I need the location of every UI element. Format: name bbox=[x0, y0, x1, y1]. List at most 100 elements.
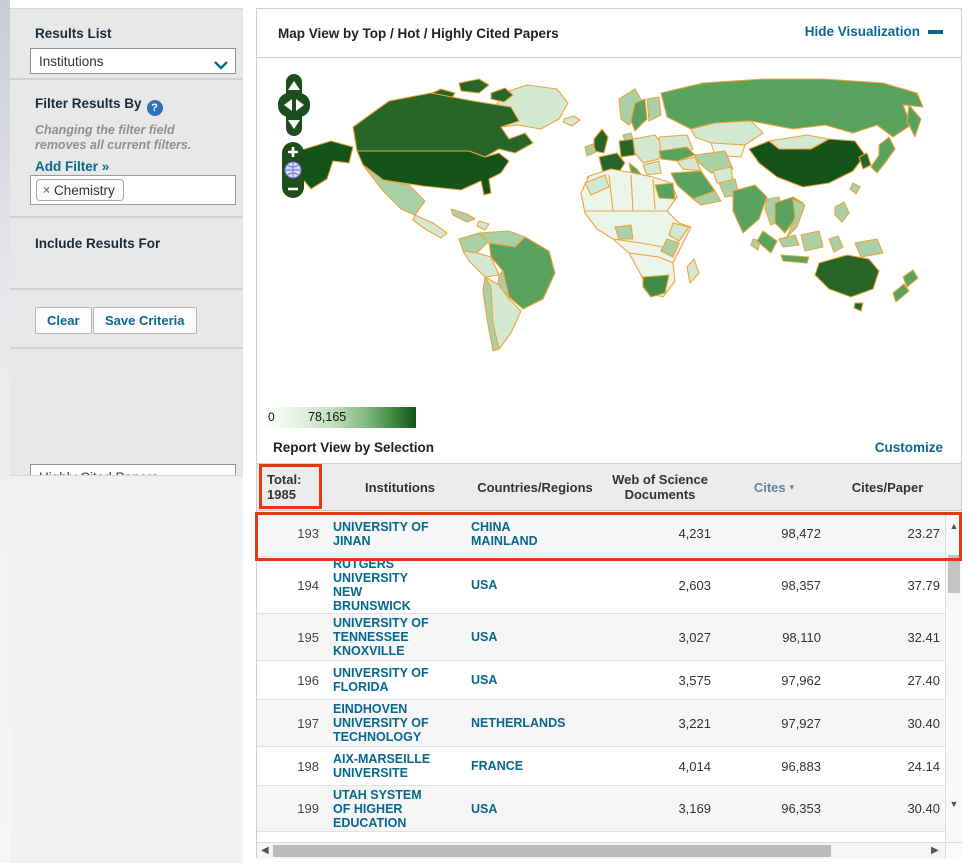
minimize-icon bbox=[928, 30, 943, 34]
add-filter-link[interactable]: Add Filter » bbox=[10, 159, 109, 174]
rank-cell: 195 bbox=[257, 614, 331, 660]
map-color-scale: 0 78,165 bbox=[264, 407, 416, 428]
cites-per-paper-cell: 23.27 bbox=[829, 511, 946, 556]
table-body: 193 UNIVERSITY OF JINAN CHINA MAINLAND 4… bbox=[257, 511, 946, 842]
institution-link[interactable]: UTAH SYSTEM OF HIGHER EDUCATION bbox=[333, 788, 439, 830]
institution-link[interactable]: UNIVERSITY OF TENNESSEE KNOXVILLE bbox=[333, 616, 439, 658]
cites-cell: 96,883 bbox=[719, 747, 829, 785]
country-link[interactable]: USA bbox=[471, 578, 573, 592]
column-countries: Countries/Regions bbox=[469, 464, 601, 510]
results-list-value: Institutions bbox=[39, 54, 104, 69]
scroll-down-icon[interactable]: ▼ bbox=[946, 799, 962, 809]
filter-tags-box[interactable]: × Chemistry bbox=[30, 175, 236, 205]
documents-cell: 2,603 bbox=[601, 557, 719, 613]
country-link[interactable]: USA bbox=[471, 673, 573, 687]
filter-note: Changing the filter field removes all cu… bbox=[10, 123, 243, 153]
rank-cell: 200 bbox=[257, 832, 331, 842]
rank-cell: 197 bbox=[257, 700, 331, 746]
scroll-right-icon[interactable]: ▶ bbox=[931, 845, 939, 856]
actions-section: Clear Save Criteria bbox=[10, 292, 243, 349]
map-pan-control[interactable] bbox=[277, 73, 311, 137]
cites-per-paper-cell: 37.79 bbox=[829, 557, 946, 613]
sidebar: Results List Institutions Filter Results… bbox=[10, 8, 243, 475]
country-link[interactable]: USA bbox=[471, 630, 573, 644]
table-row[interactable]: 193 UNIVERSITY OF JINAN CHINA MAINLAND 4… bbox=[257, 511, 946, 557]
rank-cell: 194 bbox=[257, 557, 331, 613]
rank-cell: 193 bbox=[257, 511, 331, 556]
documents-cell: 3,575 bbox=[601, 661, 719, 699]
documents-cell: 4,231 bbox=[601, 511, 719, 556]
horizontal-scroll-thumb[interactable] bbox=[273, 845, 831, 857]
table-row[interactable]: 196 UNIVERSITY OF FLORIDA USA 3,575 97,9… bbox=[257, 661, 946, 700]
table-row[interactable]: 200 UNIVERSITAT SPAIN 2,960 95,578 32.29 bbox=[257, 832, 946, 842]
column-cites-sort[interactable]: Cites ▾ bbox=[719, 464, 829, 510]
remove-tag-icon[interactable]: × bbox=[43, 183, 50, 197]
scrollbar-corner bbox=[945, 842, 962, 859]
include-results-section: Include Results For Highly Cited Papers bbox=[10, 220, 243, 290]
country-link[interactable]: NETHERLANDS bbox=[471, 716, 573, 730]
institution-link[interactable]: AIX-MARSEILLE UNIVERSITE bbox=[333, 752, 439, 780]
table-row[interactable]: 199 UTAH SYSTEM OF HIGHER EDUCATION USA … bbox=[257, 786, 946, 832]
documents-cell: 3,169 bbox=[601, 786, 719, 831]
map-view-title: Map View by Top / Hot / Highly Cited Pap… bbox=[257, 26, 559, 41]
report-view-header: Report View by Selection Customize bbox=[257, 431, 961, 464]
results-list-section: Results List Institutions bbox=[10, 9, 243, 80]
documents-cell: 3,027 bbox=[601, 614, 719, 660]
clear-button[interactable]: Clear bbox=[35, 307, 92, 334]
filter-section: Filter Results By? Changing the filter f… bbox=[10, 82, 243, 218]
esi-page: Results List Institutions Filter Results… bbox=[0, 0, 972, 863]
column-total: Total: 1985 bbox=[257, 464, 331, 510]
cites-cell: 97,962 bbox=[719, 661, 829, 699]
institution-link[interactable]: UNIVERSITY OF JINAN bbox=[333, 520, 439, 548]
rank-cell: 196 bbox=[257, 661, 331, 699]
column-cites-per-paper: Cites/Paper bbox=[829, 464, 946, 510]
country-link[interactable]: CHINA MAINLAND bbox=[471, 520, 573, 548]
documents-cell: 3,221 bbox=[601, 700, 719, 746]
institution-link[interactable]: UNIVERSITY OF FLORIDA bbox=[333, 666, 439, 694]
cites-per-paper-cell: 32.29 bbox=[829, 832, 946, 842]
cites-cell: 97,927 bbox=[719, 700, 829, 746]
sort-down-icon: ▾ bbox=[790, 480, 795, 495]
scale-min-label: 0 bbox=[268, 410, 275, 424]
save-criteria-button[interactable]: Save Criteria bbox=[93, 307, 197, 334]
left-edge-strip bbox=[0, 0, 10, 863]
filter-tag-label: Chemistry bbox=[54, 183, 115, 198]
vertical-scroll-thumb[interactable] bbox=[948, 555, 960, 593]
column-wos-documents: Web of Science Documents bbox=[601, 464, 719, 510]
results-list-dropdown[interactable]: Institutions bbox=[30, 48, 236, 74]
cites-cell: 98,357 bbox=[719, 557, 829, 613]
world-choropleth-map[interactable] bbox=[263, 71, 955, 391]
cites-cell: 98,472 bbox=[719, 511, 829, 556]
include-heading: Include Results For bbox=[10, 220, 243, 251]
scroll-up-icon[interactable]: ▲ bbox=[946, 521, 962, 531]
scale-max-label: 78,165 bbox=[308, 410, 346, 424]
filter-tag-chemistry[interactable]: × Chemistry bbox=[36, 179, 124, 201]
cites-per-paper-cell: 24.14 bbox=[829, 747, 946, 785]
rank-cell: 199 bbox=[257, 786, 331, 831]
cites-per-paper-cell: 30.40 bbox=[829, 786, 946, 831]
help-icon[interactable]: ? bbox=[147, 100, 163, 116]
table-horizontal-scrollbar[interactable]: ◀ ▶ bbox=[257, 842, 946, 859]
institution-link[interactable]: EINDHOVEN UNIVERSITY OF TECHNOLOGY bbox=[333, 702, 439, 744]
chevron-down-icon bbox=[214, 58, 228, 73]
scroll-left-icon[interactable]: ◀ bbox=[261, 845, 269, 856]
country-link[interactable]: FRANCE bbox=[471, 759, 573, 773]
map-area: 0 78,165 bbox=[257, 59, 961, 431]
cites-per-paper-cell: 32.41 bbox=[829, 614, 946, 660]
map-view-header: Map View by Top / Hot / Highly Cited Pap… bbox=[257, 9, 961, 58]
table-row[interactable]: 194 RUTGERS UNIVERSITY NEW BRUNSWICK USA… bbox=[257, 557, 946, 614]
table-vertical-scrollbar[interactable]: ▲ ▼ bbox=[945, 511, 962, 842]
map-zoom-control[interactable] bbox=[281, 141, 305, 199]
hide-visualization-link[interactable]: Hide Visualization bbox=[805, 24, 943, 39]
table-row[interactable]: 195 UNIVERSITY OF TENNESSEE KNOXVILLE US… bbox=[257, 614, 946, 661]
cites-cell: 96,353 bbox=[719, 786, 829, 831]
column-institutions: Institutions bbox=[331, 464, 469, 510]
filter-heading: Filter Results By? bbox=[10, 82, 243, 116]
customize-link[interactable]: Customize bbox=[875, 440, 943, 455]
country-link[interactable]: USA bbox=[471, 802, 573, 816]
table-row[interactable]: 197 EINDHOVEN UNIVERSITY OF TECHNOLOGY N… bbox=[257, 700, 946, 747]
table-row[interactable]: 198 AIX-MARSEILLE UNIVERSITE FRANCE 4,01… bbox=[257, 747, 946, 786]
cites-per-paper-cell: 27.40 bbox=[829, 661, 946, 699]
cites-per-paper-cell: 30.40 bbox=[829, 700, 946, 746]
institution-link[interactable]: RUTGERS UNIVERSITY NEW BRUNSWICK bbox=[333, 557, 439, 613]
